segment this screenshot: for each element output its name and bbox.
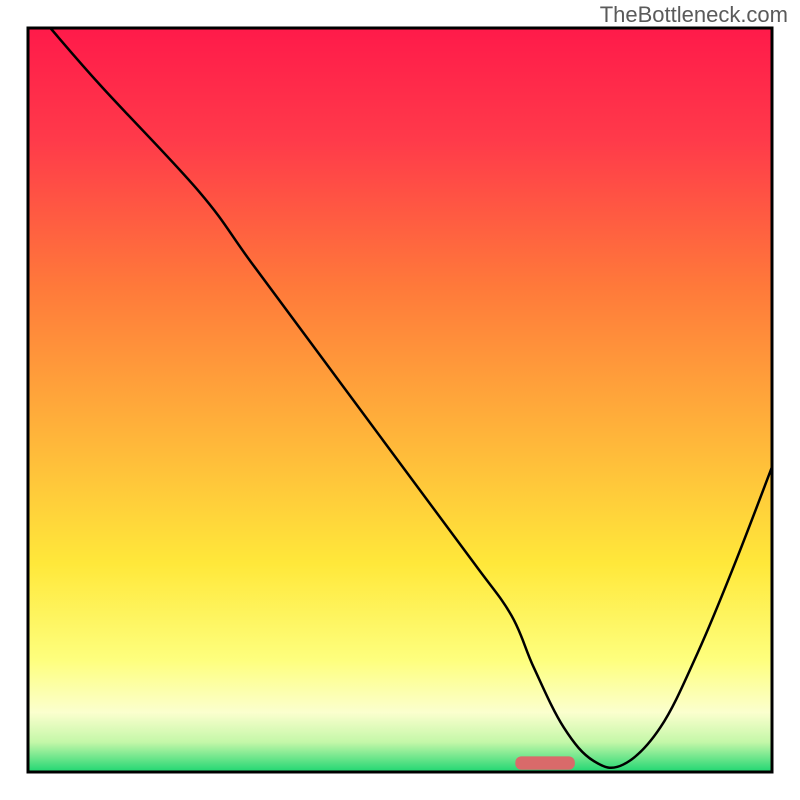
- bottleneck-chart: [0, 0, 800, 800]
- chart-container: TheBottleneck.com: [0, 0, 800, 800]
- watermark-label: TheBottleneck.com: [600, 2, 788, 28]
- optimal-marker: [515, 756, 575, 769]
- gradient-background: [28, 28, 772, 772]
